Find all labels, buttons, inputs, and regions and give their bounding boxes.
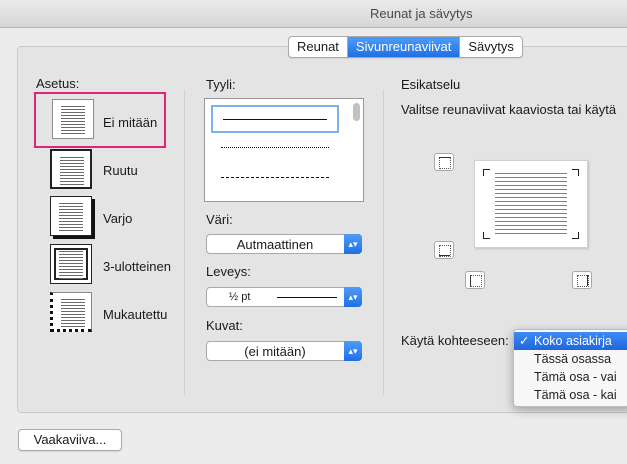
- color-popup-arrow-icon: ▴▾: [344, 234, 362, 254]
- apply-option-section-all-but-first[interactable]: Tämä osa - kai: [514, 386, 627, 404]
- width-value: ½ pt: [229, 291, 251, 303]
- setting-custom-label[interactable]: Mukautettu: [103, 307, 167, 322]
- horizontal-line-button[interactable]: Vaakaviiva...: [18, 429, 122, 451]
- apply-to-menu[interactable]: ✓ Koko asiakirja Tässä osassa Tämä osa -…: [513, 329, 627, 407]
- art-popup-arrow-icon: ▴▾: [344, 341, 362, 361]
- color-label: Väri:: [206, 212, 233, 227]
- width-sample-line: [277, 297, 337, 298]
- setting-none-label[interactable]: Ei mitään: [103, 115, 157, 130]
- setting-shadow-label[interactable]: Varjo: [103, 211, 132, 226]
- art-label: Kuvat:: [206, 318, 243, 333]
- width-popup[interactable]: ½ pt ▴▾: [206, 287, 362, 307]
- style-heading: Tyyli:: [206, 77, 236, 92]
- setting-3d-icon[interactable]: [50, 244, 92, 284]
- column-divider: [184, 90, 185, 395]
- color-value: Autmaattinen: [236, 237, 314, 252]
- tab-shading[interactable]: Sävytys: [460, 37, 522, 57]
- tab-borders[interactable]: Reunat: [289, 37, 348, 57]
- setting-custom-icon[interactable]: [50, 292, 92, 332]
- apply-option-section-first-page[interactable]: Tämä osa - vai: [514, 368, 627, 386]
- width-label: Leveys:: [206, 264, 251, 279]
- setting-3d-label[interactable]: 3-ulotteinen: [103, 259, 171, 274]
- apply-to-label: Käytä kohteeseen:: [401, 333, 509, 348]
- width-popup-arrow-icon: ▴▾: [344, 287, 362, 307]
- preview-instructions: Valitse reunaviivat kaaviosta tai käytä: [401, 102, 617, 117]
- tab-page-borders[interactable]: Sivunreunaviivat: [347, 37, 461, 57]
- art-popup[interactable]: (ei mitään) ▴▾: [206, 341, 362, 361]
- style-list-scrollbar[interactable]: [353, 103, 360, 121]
- right-border-button[interactable]: [572, 271, 592, 289]
- window-title: Reunat ja sävytys: [370, 6, 473, 21]
- apply-option-this-section[interactable]: Tässä osassa: [514, 350, 627, 368]
- setting-shadow-icon[interactable]: [50, 196, 92, 236]
- color-popup[interactable]: Autmaattinen ▴▾: [206, 234, 362, 254]
- apply-option-whole-document[interactable]: ✓ Koko asiakirja: [514, 332, 627, 350]
- left-border-button[interactable]: [465, 271, 485, 289]
- style-solid-line[interactable]: [211, 105, 339, 133]
- setting-box-icon[interactable]: [50, 149, 92, 189]
- preview-page[interactable]: [474, 160, 588, 248]
- preview-heading: Esikatselu: [401, 77, 461, 92]
- setting-heading: Asetus:: [36, 76, 80, 91]
- setting-box-label[interactable]: Ruutu: [103, 163, 138, 178]
- setting-none-icon[interactable]: [52, 99, 94, 139]
- tab-bar: Reunat Sivunreunaviivat Sävytys: [288, 36, 523, 58]
- art-value: (ei mitään): [244, 344, 306, 359]
- title-bar: Reunat ja sävytys: [0, 0, 627, 28]
- top-border-button[interactable]: [434, 153, 454, 171]
- checkmark-icon: ✓: [519, 334, 530, 348]
- bottom-border-button[interactable]: [434, 241, 454, 259]
- style-dashed-line[interactable]: [211, 165, 339, 193]
- style-list[interactable]: [204, 98, 364, 202]
- column-divider-2: [383, 90, 384, 395]
- style-dotted-line[interactable]: [211, 135, 339, 163]
